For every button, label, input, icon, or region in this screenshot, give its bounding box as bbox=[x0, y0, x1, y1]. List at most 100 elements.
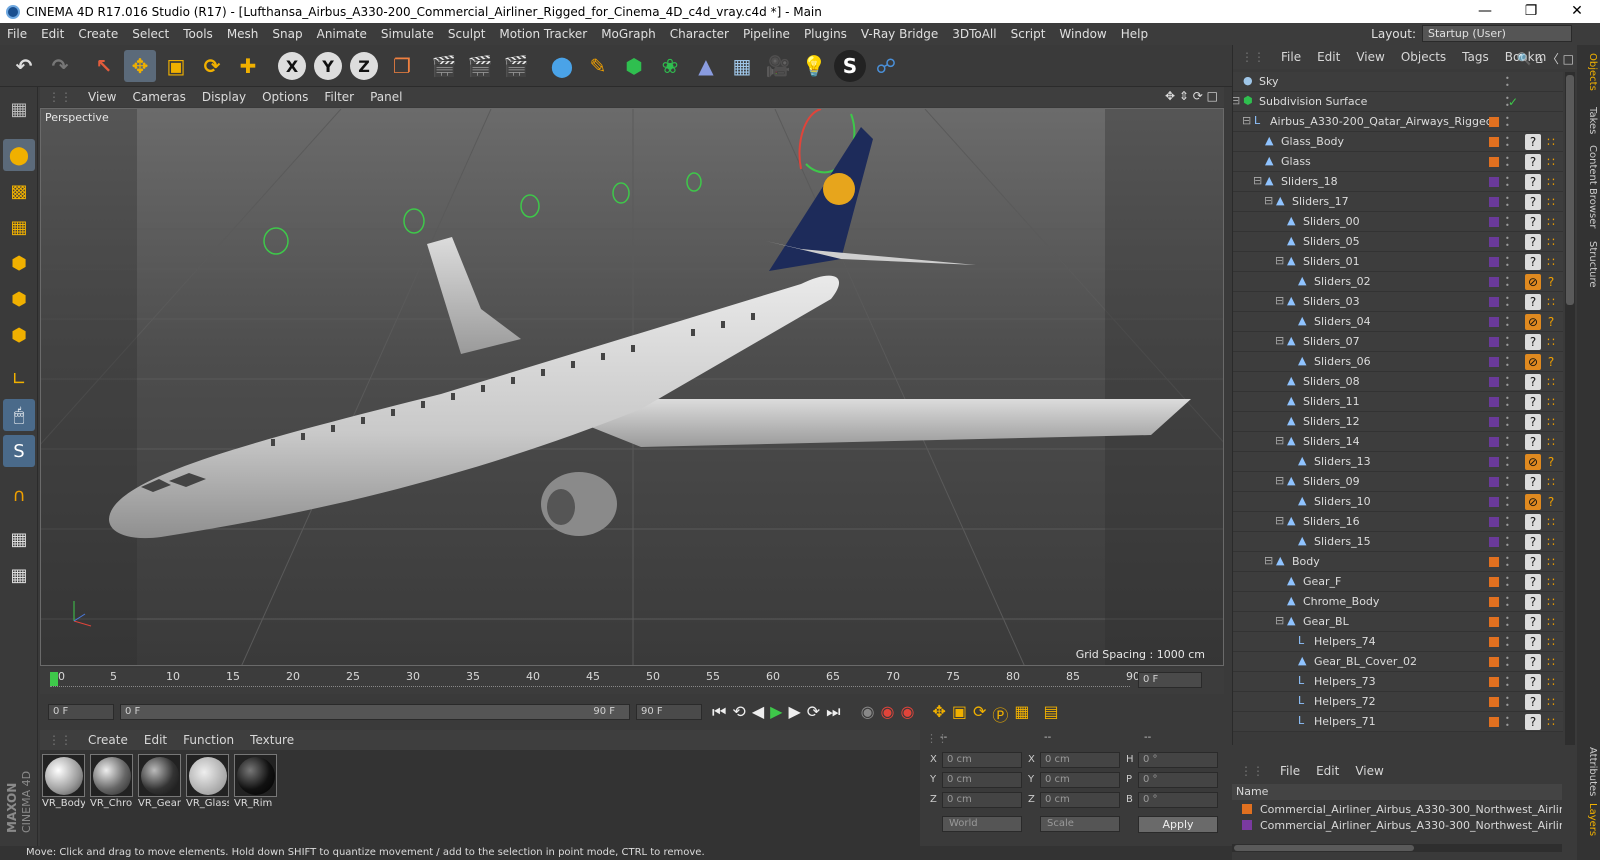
object-row[interactable]: L Helpers_72 • •? ∷ bbox=[1233, 692, 1563, 712]
y-axis-lock-icon[interactable]: Y bbox=[314, 52, 342, 80]
layer-color-icon[interactable] bbox=[1489, 337, 1499, 347]
coord-size-x-field[interactable]: 0 cm bbox=[1040, 752, 1120, 768]
protection-tag-icon[interactable]: ⊘ bbox=[1525, 494, 1541, 510]
enabled-check-icon[interactable]: ✓ bbox=[1505, 94, 1521, 110]
visibility-dots-icon[interactable]: • • bbox=[1505, 215, 1511, 230]
menu-mesh[interactable]: Mesh bbox=[220, 27, 266, 41]
material-tag-icon[interactable]: ∷ bbox=[1543, 634, 1559, 650]
perspective-viewport[interactable]: Perspective Grid Spacing : 1000 cm bbox=[40, 108, 1224, 666]
material-tag-icon[interactable]: ∷ bbox=[1543, 574, 1559, 590]
protection-tag-icon[interactable]: ⊘ bbox=[1525, 314, 1541, 330]
menu-3dtoall[interactable]: 3DToAll bbox=[945, 27, 1003, 41]
maximize-button[interactable]: ❐ bbox=[1508, 0, 1554, 23]
object-tree-scrollbar[interactable] bbox=[1565, 72, 1575, 745]
protection-tag-icon[interactable]: ⊘ bbox=[1525, 354, 1541, 370]
record-icon[interactable]: ◉ bbox=[881, 702, 895, 726]
minimize-button[interactable]: — bbox=[1462, 0, 1508, 23]
object-row[interactable]: ▲ Sliders_04 • • ⊘? bbox=[1233, 312, 1563, 332]
object-row[interactable]: ⊟ ▲ Sliders_18 • •? ∷ bbox=[1233, 172, 1563, 192]
x-axis-lock-icon[interactable]: X bbox=[278, 52, 306, 80]
xpresso-tag-icon[interactable]: ? bbox=[1525, 394, 1541, 410]
floor-icon[interactable]: ▦ bbox=[726, 50, 758, 82]
visibility-dots-icon[interactable]: • • bbox=[1505, 235, 1511, 250]
expand-toggle-icon[interactable]: ⊟ bbox=[1275, 255, 1287, 267]
visibility-dots-icon[interactable]: • • bbox=[1505, 175, 1511, 190]
xpresso-tag-icon[interactable]: ? bbox=[1543, 454, 1559, 470]
solo-mode-icon[interactable]: S bbox=[3, 435, 35, 467]
xpresso-tag-icon[interactable]: ? bbox=[1525, 534, 1541, 550]
material-tag-icon[interactable]: ∷ bbox=[1543, 514, 1559, 530]
visibility-dots-icon[interactable]: • • bbox=[1505, 295, 1511, 310]
viewport-navigation-icons[interactable]: ✥ ⇕ ⟳ □ bbox=[1165, 89, 1218, 103]
menu-file[interactable]: File bbox=[0, 27, 34, 41]
visibility-dots-icon[interactable]: • • bbox=[1505, 555, 1511, 570]
visibility-dots-icon[interactable]: • • bbox=[1505, 75, 1511, 90]
planar-workplane-icon[interactable]: ▦ bbox=[3, 559, 35, 591]
z-axis-lock-icon[interactable]: Z bbox=[350, 52, 378, 80]
layer-color-icon[interactable] bbox=[1489, 257, 1499, 267]
object-row[interactable]: ▲ Sliders_06 • • ⊘? bbox=[1233, 352, 1563, 372]
object-row[interactable]: ▲ Gear_F • •? ∷ bbox=[1233, 572, 1563, 592]
material-swatch[interactable]: VR_Gear bbox=[138, 754, 181, 812]
xpresso-tag-icon[interactable]: ? bbox=[1525, 334, 1541, 350]
layer-color-icon[interactable] bbox=[1489, 217, 1499, 227]
goto-start-icon[interactable]: ⏮ bbox=[712, 702, 726, 726]
prev-frame-icon[interactable]: ◀ bbox=[752, 702, 764, 726]
material-tag-icon[interactable]: ∷ bbox=[1543, 334, 1559, 350]
xpresso-tag-icon[interactable]: ? bbox=[1525, 614, 1541, 630]
tab-takes[interactable]: Takes bbox=[1579, 107, 1598, 134]
menu-plugins[interactable]: Plugins bbox=[797, 27, 854, 41]
material-tag-icon[interactable]: ∷ bbox=[1543, 174, 1559, 190]
material-tag-icon[interactable]: ∷ bbox=[1543, 194, 1559, 210]
python-icon[interactable]: ☍ bbox=[870, 50, 902, 82]
mograph-cloner-icon[interactable]: ❀ bbox=[654, 50, 686, 82]
object-row[interactable]: ▲ Sliders_02 • • ⊘? bbox=[1233, 272, 1563, 292]
coordinate-system-icon[interactable]: ❐ bbox=[386, 50, 418, 82]
visibility-dots-icon[interactable]: • • bbox=[1505, 275, 1511, 290]
texture-mode-icon[interactable]: ▩ bbox=[3, 175, 35, 207]
coord-rot-h-field[interactable]: 0 ° bbox=[1138, 752, 1218, 768]
layer-color-icon[interactable] bbox=[1489, 477, 1499, 487]
goto-end-icon[interactable]: ⏭ bbox=[826, 702, 840, 726]
material-tag-icon[interactable]: ∷ bbox=[1543, 254, 1559, 270]
object-row[interactable]: ⊟ ▲ Sliders_07 • •? ∷ bbox=[1233, 332, 1563, 352]
key-pla-icon[interactable]: ▦ bbox=[1014, 702, 1029, 726]
object-row[interactable]: ⊟ ▲ Sliders_16 • •? ∷ bbox=[1233, 512, 1563, 532]
start-frame-field[interactable]: 0 F bbox=[48, 704, 114, 720]
key-scale-icon[interactable]: ▣ bbox=[952, 702, 967, 726]
object-row[interactable]: L Helpers_74 • •? ∷ bbox=[1233, 632, 1563, 652]
layers-menu-edit[interactable]: Edit bbox=[1308, 764, 1347, 778]
protection-tag-icon[interactable]: ⊘ bbox=[1525, 274, 1541, 290]
xpresso-tag-icon[interactable]: ? bbox=[1525, 594, 1541, 610]
protection-tag-icon[interactable]: ⊘ bbox=[1525, 454, 1541, 470]
visibility-dots-icon[interactable]: • • bbox=[1505, 495, 1511, 510]
motion-record-icon[interactable]: ◉ bbox=[861, 702, 875, 726]
menu-character[interactable]: Character bbox=[663, 27, 736, 41]
object-row[interactable]: ▲ Sliders_00 • •? ∷ bbox=[1233, 212, 1563, 232]
layer-color-icon[interactable] bbox=[1489, 297, 1499, 307]
layer-color-icon[interactable] bbox=[1489, 437, 1499, 447]
play-icon[interactable]: ▶ bbox=[770, 702, 782, 726]
coord-pos-z-field[interactable]: 0 cm bbox=[942, 792, 1022, 808]
tab-attributes[interactable]: Attributes bbox=[1579, 747, 1598, 796]
apply-button[interactable]: Apply bbox=[1138, 816, 1218, 833]
material-menu-create[interactable]: Create bbox=[80, 733, 136, 747]
pen-spline-icon[interactable]: ✎ bbox=[582, 50, 614, 82]
menu-snap[interactable]: Snap bbox=[265, 27, 309, 41]
layer-color-swatch[interactable] bbox=[1242, 804, 1252, 814]
layer-color-icon[interactable] bbox=[1489, 697, 1499, 707]
material-menu-function[interactable]: Function bbox=[175, 733, 242, 747]
layer-color-icon[interactable] bbox=[1489, 177, 1499, 187]
visibility-dots-icon[interactable]: • • bbox=[1505, 155, 1511, 170]
expand-toggle-icon[interactable]: ⊟ bbox=[1275, 515, 1287, 527]
object-row[interactable]: ▲ Sliders_10 • • ⊘? bbox=[1233, 492, 1563, 512]
object-row[interactable]: ⊟ ▲ Gear_BL • •? ∷ bbox=[1233, 612, 1563, 632]
xpresso-tag-icon[interactable]: ? bbox=[1525, 474, 1541, 490]
object-row[interactable]: ▲ Gear_BL_Cover_02 • •? ∷ bbox=[1233, 652, 1563, 672]
layer-color-icon[interactable] bbox=[1489, 117, 1499, 127]
object-row[interactable]: ▲ Sliders_11 • •? ∷ bbox=[1233, 392, 1563, 412]
snapping-icon[interactable]: ∩ bbox=[3, 479, 35, 511]
object-row[interactable]: ⊟ ▲ Sliders_01 • •? ∷ bbox=[1233, 252, 1563, 272]
xpresso-tag-icon[interactable]: ? bbox=[1525, 214, 1541, 230]
expand-toggle-icon[interactable]: ⊟ bbox=[1275, 435, 1287, 447]
